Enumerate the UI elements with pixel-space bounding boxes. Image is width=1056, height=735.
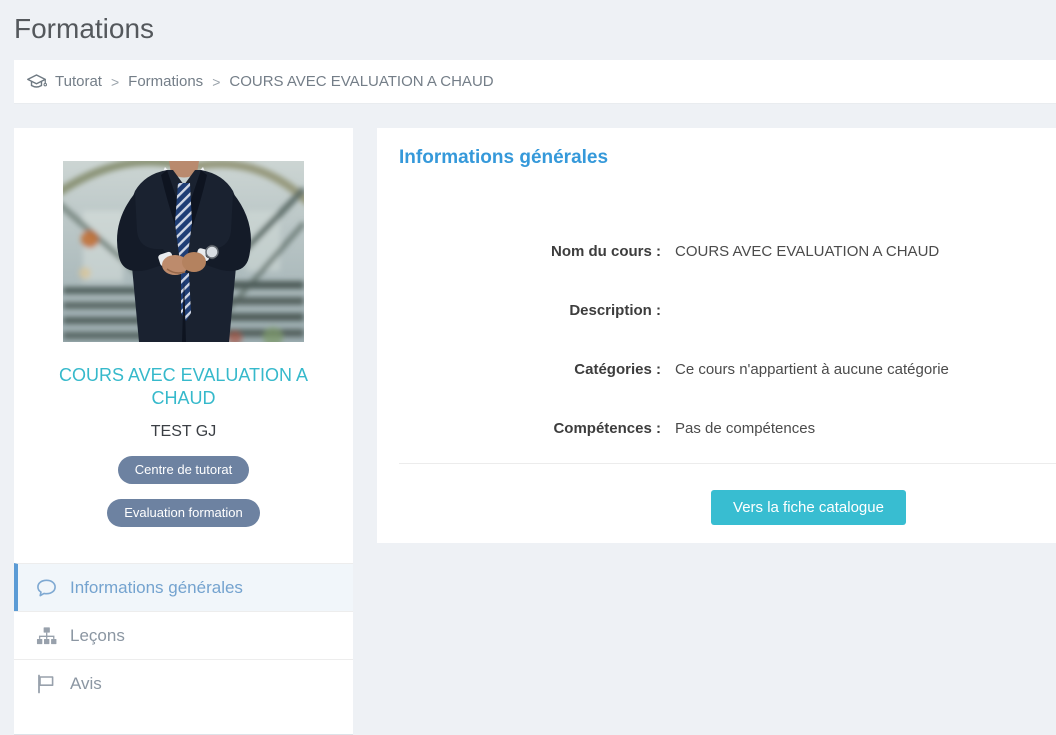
menu-item-lecons[interactable]: Leçons [14,611,353,659]
field-categories: Catégories : Ce cours n'appartient à auc… [377,359,1056,380]
page: Formations Tutorat > Formations > COURS … [0,0,1056,735]
app-window: Formations Tutorat > Formations > COURS … [0,0,1056,735]
businessman-figure [117,161,251,342]
breadcrumb: Tutorat > Formations > COURS AVEC EVALUA… [14,60,1056,104]
course-title: COURS AVEC EVALUATION A CHAUD [58,365,309,408]
flag-icon [36,674,57,694]
badge-centre-de-tutorat[interactable]: Centre de tutorat [117,456,250,484]
breadcrumb-item-formations[interactable]: Formations [128,73,203,90]
menu-item-label: Informations générales [70,577,243,597]
content-row: COURS AVEC EVALUATION A CHAUD TEST GJ Ce… [14,128,1056,735]
breadcrumb-item-current: COURS AVEC EVALUATION A CHAUD [229,73,494,90]
badge-evaluation-formation[interactable]: Evaluation formation [107,499,260,527]
course-menu: Informations générales Leçons Avis [14,563,353,707]
menu-item-avis[interactable]: Avis [14,659,353,707]
course-card: COURS AVEC EVALUATION A CHAUD TEST GJ Ce… [14,128,353,735]
menu-item-label: Avis [70,673,102,693]
catalog-button[interactable]: Vers la fiche catalogue [711,490,906,525]
field-nom-du-cours: Nom du cours : COURS AVEC EVALUATION A C… [377,241,1056,262]
field-label: Compétences : [553,420,661,437]
breadcrumb-item-tutorat[interactable]: Tutorat [55,73,102,90]
field-value: Ce cours n'appartient à aucune catégorie [675,361,949,378]
course-cover-photo [63,161,304,342]
panel-heading: Informations générales [399,147,609,168]
field-value: COURS AVEC EVALUATION A CHAUD [675,243,940,260]
field-value: Pas de compétences [675,420,816,437]
menu-item-label: Leçons [70,625,125,645]
divider [399,463,1056,464]
sitemap-icon [36,626,57,646]
breadcrumb-separator: > [110,73,120,90]
menu-item-informations-generales[interactable]: Informations générales [14,563,353,611]
field-label: Nom du cours : [550,243,661,260]
course-subtitle: TEST GJ [150,423,217,440]
informations-generales-panel: Informations générales Nom du cours : CO… [377,128,1056,543]
page-title: Formations [14,13,155,44]
field-label: Description : [569,302,661,319]
course-fields: Nom du cours : COURS AVEC EVALUATION A C… [377,241,1056,439]
field-label: Catégories : [574,361,661,378]
field-competences: Compétences : Pas de compétences [377,418,1056,439]
field-description: Description : [377,300,1056,321]
comment-icon [36,578,57,598]
breadcrumb-separator: > [212,73,221,90]
graduation-cap-icon [26,73,48,91]
